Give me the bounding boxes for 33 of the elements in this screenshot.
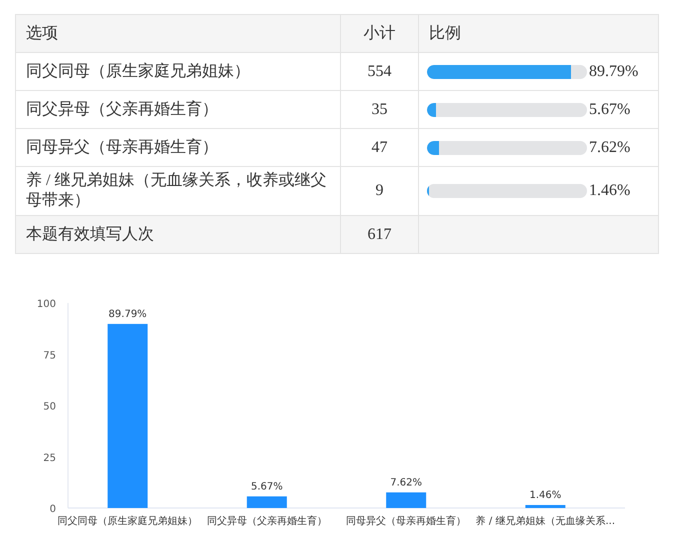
table-cell: 617 bbox=[341, 216, 419, 254]
data-label: 7.62% bbox=[390, 477, 422, 488]
data-label: 5.67% bbox=[250, 481, 283, 492]
category-label: 同父同母（原生家庭兄弟姐妹） bbox=[58, 516, 198, 527]
table-cell: 同父同母（原生家庭兄弟姐妹） bbox=[16, 53, 341, 91]
table-cell: 35 bbox=[341, 91, 419, 129]
category-label: 同父异母（父亲再婚生育） bbox=[206, 516, 327, 527]
category-label: 养 / 继兄弟姐妹（无血缘关系... bbox=[476, 516, 615, 527]
table-cell: 47 bbox=[341, 129, 419, 167]
axis-tick-label: 100 bbox=[36, 299, 56, 310]
table-cell: 同父异母（父亲再婚生育） bbox=[16, 91, 341, 129]
percent-label: 7.62% bbox=[589, 138, 630, 156]
table-cell: 同母异父（母亲再婚生育） bbox=[16, 129, 341, 167]
data-label: 1.46% bbox=[529, 490, 562, 501]
data-label: 89.79% bbox=[108, 308, 147, 320]
column-header: 选项 bbox=[16, 15, 341, 53]
percent-label: 1.46% bbox=[589, 182, 630, 200]
percent-label: 5.67% bbox=[589, 100, 630, 118]
table-cell: 9 bbox=[341, 167, 419, 216]
axis-tick-label: 75 bbox=[43, 350, 56, 362]
bar bbox=[525, 505, 566, 508]
axis-tick-label: 0 bbox=[50, 504, 56, 515]
bar bbox=[386, 492, 426, 508]
table-cell: 本题有效填写人次 bbox=[16, 216, 341, 254]
bar bbox=[246, 496, 287, 508]
column-header: 比例 bbox=[419, 15, 659, 53]
axis-tick-label: 25 bbox=[43, 452, 56, 464]
axis-tick-label: 50 bbox=[43, 402, 56, 412]
table-cell: 554 bbox=[341, 53, 419, 91]
percent-label: 89.79% bbox=[589, 62, 638, 80]
table-cell: 养 / 继兄弟姐妹（无血缘关系，收养或继父母带来） bbox=[16, 167, 341, 216]
category-label: 同母异父（母亲再婚生育） bbox=[346, 516, 466, 527]
column-header: 小计 bbox=[341, 15, 419, 53]
